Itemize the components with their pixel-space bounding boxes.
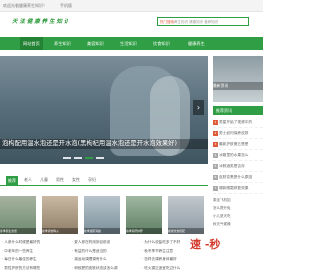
list-item-text[interactable]: 男士如何保养皮肤 (219, 131, 249, 135)
tab-pregnant[interactable]: 孕妇 (88, 177, 96, 183)
hero-caption[interactable]: 泡构配用温水泡还是开水泡(黑枸杞用温水泡还是开水泡效果好) (0, 139, 208, 149)
nav-health-knowledge[interactable]: 养生知识 (54, 41, 71, 47)
list-item[interactable]: 7 哪款眼霜修复效果 (213, 183, 263, 194)
list-item[interactable]: 乘坐飞机如 (213, 196, 263, 204)
rank-badge: 4 (213, 152, 218, 158)
list-item[interactable]: 吃火锅正适宜吃过什么 (142, 264, 224, 273)
list-item[interactable]: 1 男星开始了视频中的 (213, 117, 263, 128)
article-lists: 人参什么时候是最好的 中老年的一些养生 每日什么最佳的养生 男性护肝的方法有哪些… (0, 238, 263, 275)
main-nav: 网站首页 养生知识 美容知识 生活知识 饮食知识 健康养生 (0, 37, 263, 50)
nav-diet[interactable]: 饮食知识 (153, 41, 170, 47)
search-box[interactable]: 热门搜索： 养生知识 健康知识 营养知识 (157, 17, 249, 26)
slider-dot[interactable] (74, 157, 82, 159)
slider-dots (63, 155, 107, 160)
list-item[interactable]: 2 男士如何保养皮肤 (213, 128, 263, 139)
list-item-text[interactable]: 最新护肤第五是是 (219, 142, 249, 146)
thumbnail-card[interactable]: 春季养肝护肝 (126, 196, 162, 234)
watermark-text: 速 -秒 (190, 238, 221, 251)
list-item[interactable]: 秋天气候燥 (213, 220, 263, 228)
list-item[interactable]: 5 冰鲜酒类是否存 (213, 161, 263, 172)
slider-dot[interactable] (63, 157, 71, 159)
thumbnail-caption: 夏季清热降火 (42, 228, 78, 234)
list-item-text[interactable]: 男星开始了视频中的 (219, 120, 252, 124)
thumbnail-card[interactable]: 夏季清热降火 (42, 196, 78, 234)
list-item-text[interactable]: 冰箱里的水果怎么 (219, 153, 249, 157)
rank-badge: 6 (213, 174, 218, 180)
nav-home[interactable]: 网站首页 (20, 37, 43, 50)
list-item[interactable]: 怎么提升免 (213, 204, 263, 212)
rank-badge: 5 (213, 163, 218, 169)
category-tabs: 推荐 老人 儿童 男性 女性 孕妇 (0, 176, 208, 186)
rank-badge: 1 (213, 119, 218, 125)
site-logo[interactable]: 天 法 健 康 养 生 知 识 (12, 12, 68, 32)
search-placeholder[interactable]: 养生知识 健康知识 营养知识 (174, 20, 218, 25)
thumbnail-card[interactable]: 健康饮食搭配 (168, 196, 204, 234)
list-item[interactable]: 小儿夏天吃 (213, 212, 263, 220)
slider-dot-active[interactable] (85, 157, 93, 159)
list-item[interactable]: 4 冰箱里的水果怎么 (213, 150, 263, 161)
rank-badge: 7 (213, 185, 218, 191)
thumbnail-row: 冬季养生食谱 夏季清热降火 秋季滋阴润燥 春季养肝护肝 健康饮食搭配 (0, 196, 208, 236)
welcome-text: 欢迎光临健康养生知识！ (3, 3, 47, 8)
rank-badge: 3 (213, 141, 218, 147)
list-item-text[interactable]: 哪款眼霜修复效果 (219, 186, 249, 190)
list-item[interactable]: 3 最新护肤第五是是 (213, 139, 263, 150)
list-item-text[interactable]: 冰鲜酒类是否存 (219, 164, 245, 168)
thumbnail-caption: 秋季滋阴润燥 (84, 228, 120, 234)
tab-male[interactable]: 男性 (56, 177, 64, 183)
thumbnail-caption: 健康饮食搭配 (168, 228, 204, 234)
rank-badge: 2 (213, 130, 218, 136)
tab-elderly[interactable]: 老人 (24, 177, 32, 183)
hero-slider[interactable]: 泡构配用温水泡还是开水泡(黑枸杞用温水泡还是开水泡效果好) › (0, 56, 208, 164)
tab-children[interactable]: 儿童 (40, 177, 48, 183)
thumbnail-caption: 春季养肝护肝 (126, 228, 162, 234)
list-item[interactable]: 6 皮肤变黑是什么原因 (213, 172, 263, 183)
sidebar-image[interactable]: 最新资讯 (213, 56, 263, 102)
sidebar-lower-list: 乘坐飞机如 怎么提升免 小儿夏天吃 秋天气候燥 (213, 196, 263, 236)
top-bar: 欢迎光临健康养生知识！ 手机版 (0, 0, 263, 12)
slider-dot[interactable] (96, 157, 104, 159)
sidebar-list: 1 男星开始了视频中的 2 男士如何保养皮肤 3 最新护肤第五是是 4 冰箱里的水果怎么… (213, 117, 263, 194)
sidebar-heading: 推荐资讯 (213, 106, 263, 115)
thumbnail-card[interactable]: 冬季养生食谱 (0, 196, 36, 234)
list-item-text[interactable]: 皮肤变黑是什么原因 (219, 175, 252, 179)
tab-recommend[interactable]: 推荐 (6, 176, 18, 185)
nav-life[interactable]: 生活知识 (120, 41, 137, 47)
tab-female[interactable]: 女性 (72, 177, 80, 183)
mobile-link[interactable]: 手机版 (60, 3, 72, 9)
list-item[interactable]: 怎样去调养身体最好 (142, 255, 224, 264)
sidebar-image-tag: 最新资讯 (213, 82, 263, 90)
thumbnail-card[interactable]: 秋季滋阴润燥 (84, 196, 120, 234)
nav-beauty[interactable]: 美容知识 (87, 41, 104, 47)
nav-wellness[interactable]: 健康养生 (188, 41, 205, 47)
thumbnail-caption: 冬季养生食谱 (0, 228, 36, 234)
next-slide-button[interactable]: › (193, 100, 204, 115)
